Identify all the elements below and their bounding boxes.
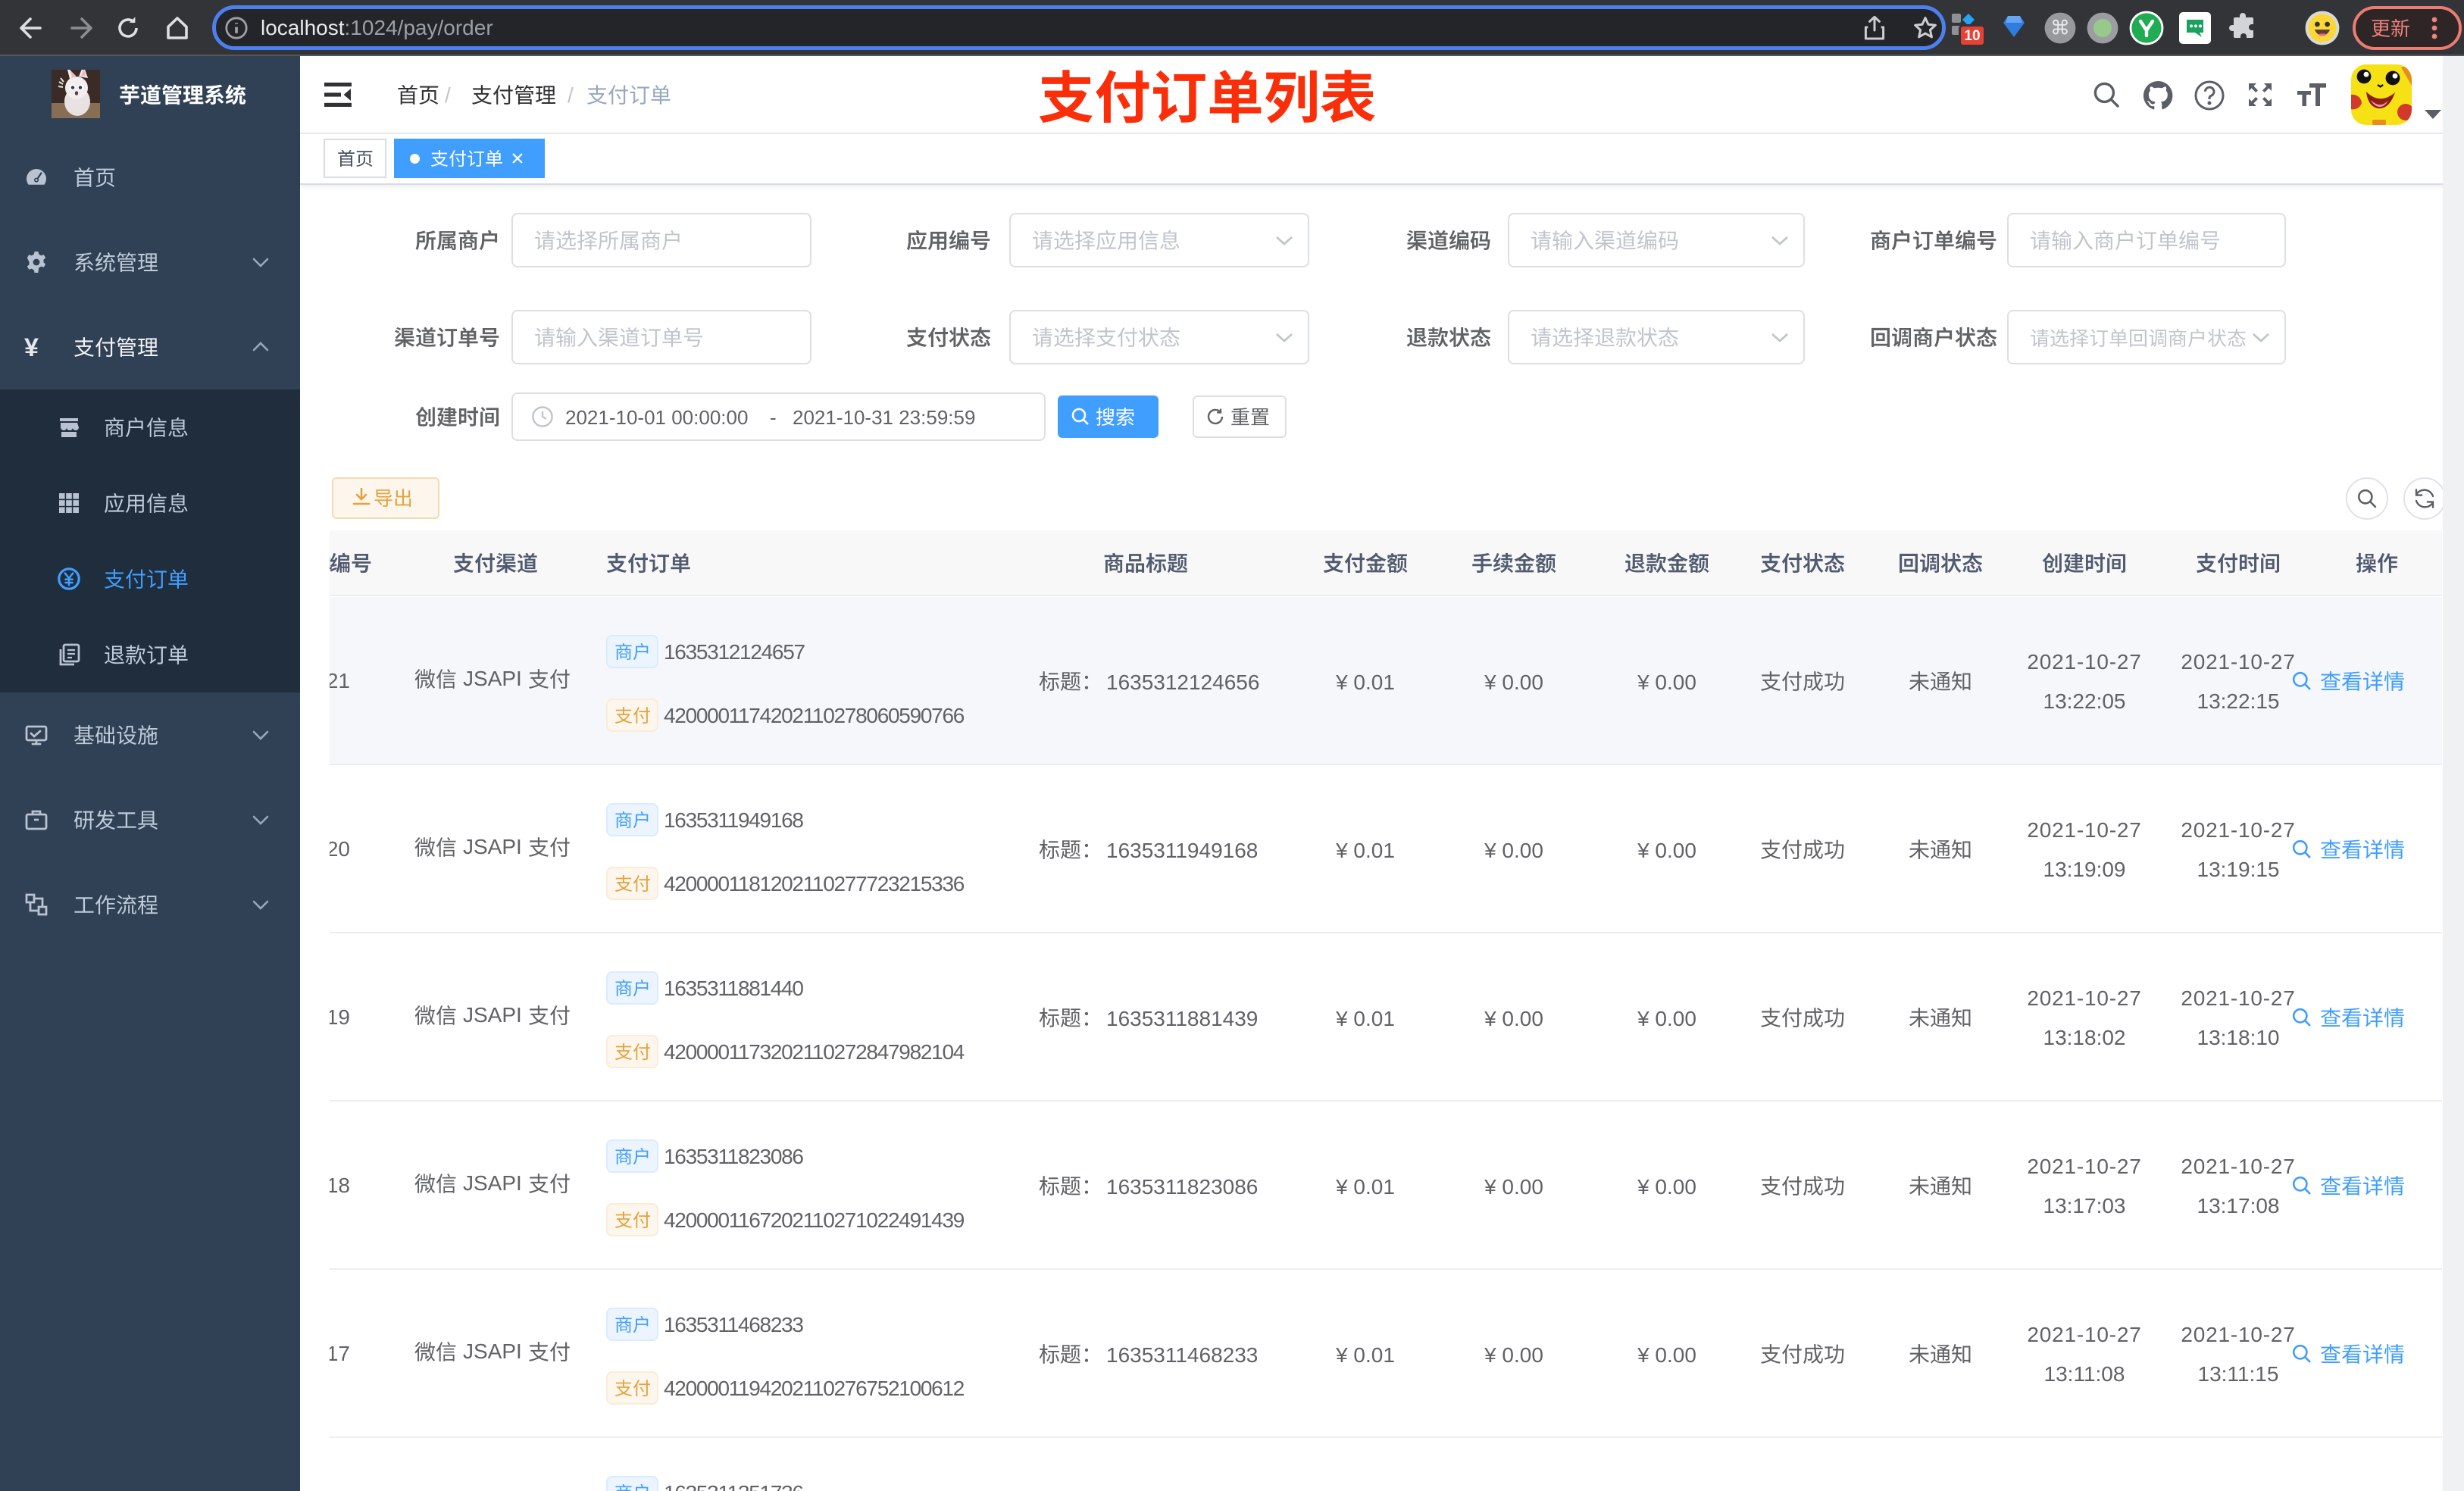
svg-text:⌘: ⌘ — [2050, 17, 2070, 39]
